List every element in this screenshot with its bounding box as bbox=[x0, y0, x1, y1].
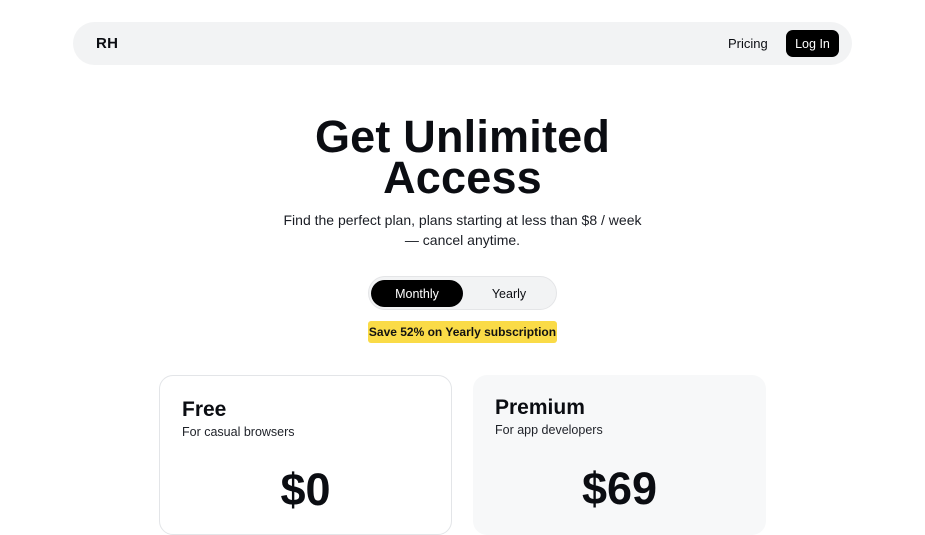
toggle-monthly[interactable]: Monthly bbox=[371, 280, 463, 307]
plan-description: For casual browsers bbox=[182, 425, 295, 439]
logo[interactable]: RH bbox=[96, 35, 118, 52]
toggle-yearly[interactable]: Yearly bbox=[463, 280, 555, 307]
hero-subtitle: Find the perfect plan, plans starting at… bbox=[283, 212, 642, 248]
login-button[interactable]: Log In bbox=[786, 30, 839, 57]
plan-price: $0 bbox=[280, 464, 331, 515]
plan-card-free: Free For casual browsers $0 bbox=[159, 375, 452, 535]
plan-description: For app developers bbox=[495, 423, 603, 437]
plan-name: Premium bbox=[495, 396, 585, 419]
top-navbar: RH Pricing Log In bbox=[73, 22, 852, 65]
plan-card-premium: Premium For app developers $69 bbox=[473, 375, 766, 535]
billing-period-toggle: Monthly Yearly bbox=[368, 276, 557, 310]
hero-title-line2: Access bbox=[383, 152, 542, 203]
promo-badge: Save 52% on Yearly subscription bbox=[368, 321, 557, 343]
plan-price: $69 bbox=[581, 463, 658, 514]
plan-name: Free bbox=[182, 398, 227, 421]
nav-link-pricing[interactable]: Pricing bbox=[728, 36, 768, 51]
hero-title: Get Unlimited Access bbox=[0, 114, 925, 200]
